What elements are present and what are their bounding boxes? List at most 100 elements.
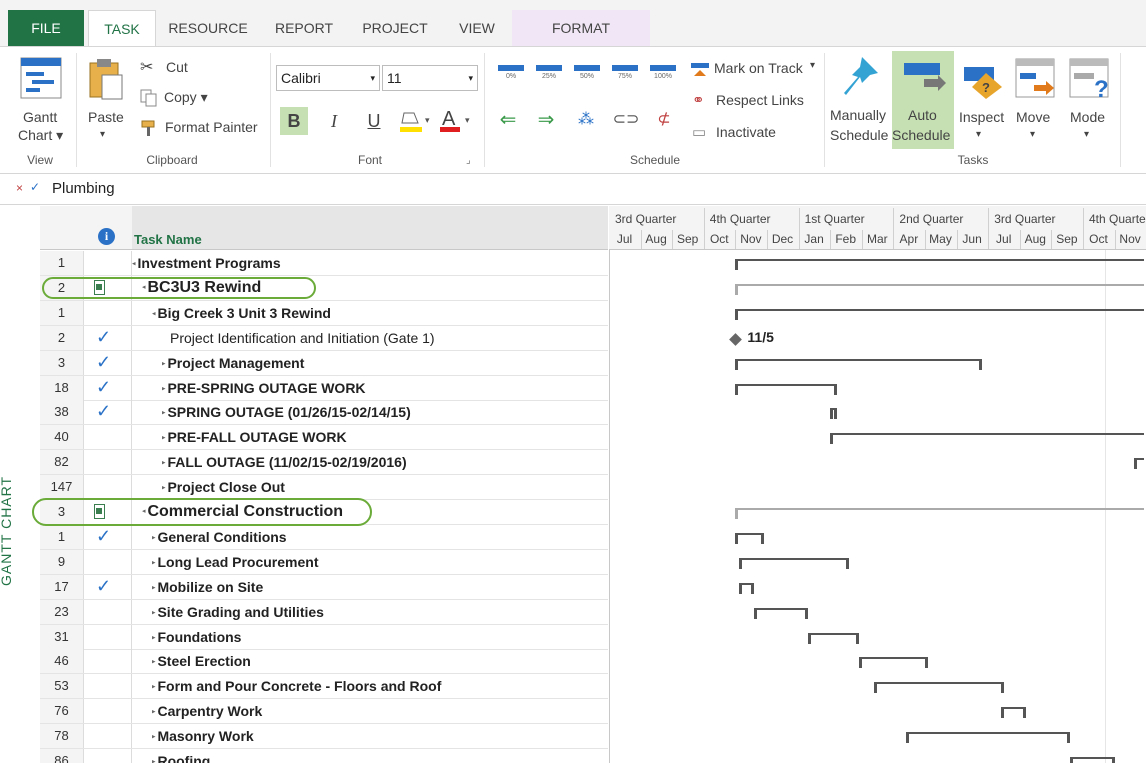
task-name-cell[interactable]: ▸ General Conditions: [152, 525, 287, 549]
summary-task-bar[interactable]: [738, 582, 755, 594]
move-button[interactable]: Move ▾: [1010, 53, 1062, 149]
row-id[interactable]: 2: [40, 325, 84, 350]
tab-view[interactable]: VIEW: [448, 10, 506, 46]
summary-task-bar[interactable]: [735, 508, 1144, 519]
summary-task-bar[interactable]: [906, 732, 1071, 744]
summary-task-bar[interactable]: [808, 632, 859, 644]
mark-on-track-button[interactable]: Mark on Track ▾: [690, 59, 820, 81]
confirm-entry-icon[interactable]: ✓: [30, 180, 40, 194]
row-id[interactable]: 18: [40, 375, 84, 400]
percent-complete-button[interactable]: 100%: [648, 61, 678, 87]
row-id[interactable]: 76: [40, 699, 84, 724]
percent-complete-button[interactable]: 50%: [572, 61, 602, 87]
task-name-cell[interactable]: ▸ Mobilize on Site: [152, 575, 263, 599]
entry-field[interactable]: Plumbing: [52, 180, 115, 197]
cut-button[interactable]: ✂ Cut: [140, 57, 230, 79]
split-task-button[interactable]: ⁂: [572, 109, 600, 137]
table-row[interactable]: 2 ✓ Project Identification and Initiation …: [40, 325, 608, 351]
table-row[interactable]: 1 ◂ Big Creek 3 Unit 3 Rewind: [40, 300, 608, 326]
summary-task-bar[interactable]: [1000, 707, 1027, 719]
table-row[interactable]: 17 ✓ ▸ Mobilize on Site: [40, 574, 608, 600]
summary-task-bar[interactable]: [735, 283, 1144, 295]
auto-schedule-button[interactable]: Auto Schedule: [892, 51, 954, 149]
summary-task-bar[interactable]: [830, 433, 1144, 445]
task-name-cell[interactable]: ▸ Form and Pour Concrete - Floors and Ro…: [152, 674, 441, 698]
row-id[interactable]: 3: [40, 350, 84, 375]
gantt-chart-button[interactable]: Gantt Chart ▾: [10, 55, 72, 145]
task-name-cell[interactable]: ▸ Long Lead Procurement: [152, 550, 319, 574]
summary-task-bar[interactable]: [735, 358, 983, 370]
summary-task-bar[interactable]: [735, 308, 1144, 320]
cancel-entry-icon[interactable]: ×: [16, 181, 23, 195]
task-name-cell[interactable]: ▸ Site Grading and Utilities: [152, 600, 324, 624]
task-name-cell[interactable]: ▸ FALL OUTAGE (11/02/15-02/19/2016): [162, 450, 407, 474]
summary-task-bar[interactable]: [1133, 458, 1144, 470]
table-row[interactable]: 76 ▸ Carpentry Work: [40, 699, 608, 725]
row-id[interactable]: 46: [40, 649, 84, 674]
manually-schedule-button[interactable]: Manually Schedule: [828, 53, 890, 149]
copy-button[interactable]: Copy ▾: [140, 87, 230, 109]
row-id[interactable]: 23: [40, 599, 84, 624]
table-row[interactable]: 3 ✓ ▸ Project Management: [40, 350, 608, 376]
tab-resource[interactable]: RESOURCE: [162, 10, 254, 46]
tab-format[interactable]: FORMAT: [512, 10, 650, 46]
row-id[interactable]: 40: [40, 425, 84, 450]
font-family-select[interactable]: Calibri ▾: [276, 65, 380, 91]
task-name-cell[interactable]: ▸ Project Management: [162, 351, 304, 375]
font-color-button[interactable]: A ▾: [438, 107, 474, 135]
row-id[interactable]: 147: [40, 475, 84, 500]
task-name-cell[interactable]: ▸ SPRING OUTAGE (01/26/15-02/14/15): [162, 400, 411, 424]
task-name-cell[interactable]: ▸ Masonry Work: [152, 724, 254, 748]
task-name-cell[interactable]: ▸ Project Close Out: [162, 475, 285, 499]
row-id[interactable]: 38: [40, 400, 84, 425]
task-name-cell[interactable]: Project Identification and Initiation (G…: [170, 326, 435, 350]
row-id[interactable]: 78: [40, 724, 84, 749]
paste-button[interactable]: Paste ▾: [84, 55, 128, 147]
summary-task-bar[interactable]: [858, 657, 929, 669]
gantt-chart-area[interactable]: [609, 206, 1146, 763]
row-id[interactable]: 53: [40, 674, 84, 699]
task-name-cell[interactable]: ◂ Big Creek 3 Unit 3 Rewind: [152, 301, 331, 325]
table-row[interactable]: 23 ▸ Site Grading and Utilities: [40, 599, 608, 625]
percent-complete-button[interactable]: 0%: [496, 61, 526, 87]
format-painter-button[interactable]: Format Painter: [140, 117, 270, 139]
table-row[interactable]: 1 ◂ Investment Programs: [40, 251, 608, 276]
indent-button[interactable]: ⇒: [532, 107, 560, 135]
highlight-color-button[interactable]: ▾: [398, 107, 434, 135]
summary-task-bar[interactable]: [735, 259, 1144, 270]
row-id[interactable]: 9: [40, 549, 84, 574]
underline-button[interactable]: U: [360, 107, 388, 135]
respect-links-button[interactable]: ⚭ Respect Links: [690, 91, 820, 113]
table-row[interactable]: 9 ▸ Long Lead Procurement: [40, 549, 608, 575]
row-id[interactable]: 86: [40, 749, 84, 763]
percent-complete-button[interactable]: 25%: [534, 61, 564, 87]
summary-task-bar[interactable]: [874, 682, 1004, 694]
outdent-button[interactable]: ⇐: [494, 107, 522, 135]
table-row[interactable]: 31 ▸ Foundations: [40, 624, 608, 650]
italic-button[interactable]: I: [320, 107, 348, 135]
row-id[interactable]: 31: [40, 624, 84, 649]
mode-button[interactable]: ? Mode ▾: [1064, 53, 1116, 149]
task-name-cell[interactable]: ◂ Investment Programs: [132, 251, 281, 275]
table-row[interactable]: 147 ▸ Project Close Out: [40, 475, 608, 501]
tab-report[interactable]: REPORT: [266, 10, 342, 46]
indicators-column-header[interactable]: i: [84, 206, 132, 250]
table-row[interactable]: 40 ▸ PRE-FALL OUTAGE WORK: [40, 425, 608, 451]
bold-button[interactable]: B: [280, 107, 308, 135]
link-tasks-button[interactable]: ⊂⊃: [612, 109, 640, 137]
row-id[interactable]: 1: [40, 300, 84, 325]
tab-project[interactable]: PROJECT: [354, 10, 436, 46]
task-name-cell[interactable]: ▸ Carpentry Work: [152, 699, 262, 723]
id-column-header[interactable]: [40, 206, 84, 250]
row-id[interactable]: 1: [40, 251, 84, 275]
table-row[interactable]: 18 ✓ ▸ PRE-SPRING OUTAGE WORK: [40, 375, 608, 401]
row-id[interactable]: 1: [40, 524, 84, 549]
task-name-cell[interactable]: ▸ Steel Erection: [152, 649, 251, 673]
summary-task-bar[interactable]: [735, 532, 765, 544]
table-row[interactable]: 86 ▸ Roofing: [40, 749, 608, 763]
table-row[interactable]: 46 ▸ Steel Erection: [40, 649, 608, 675]
font-dialog-launcher-icon[interactable]: ⌟: [466, 155, 471, 166]
task-name-column-header[interactable]: Task Name: [132, 206, 608, 250]
task-name-cell[interactable]: ▸ PRE-SPRING OUTAGE WORK: [162, 376, 366, 400]
task-name-cell[interactable]: ▸ Foundations: [152, 625, 241, 649]
